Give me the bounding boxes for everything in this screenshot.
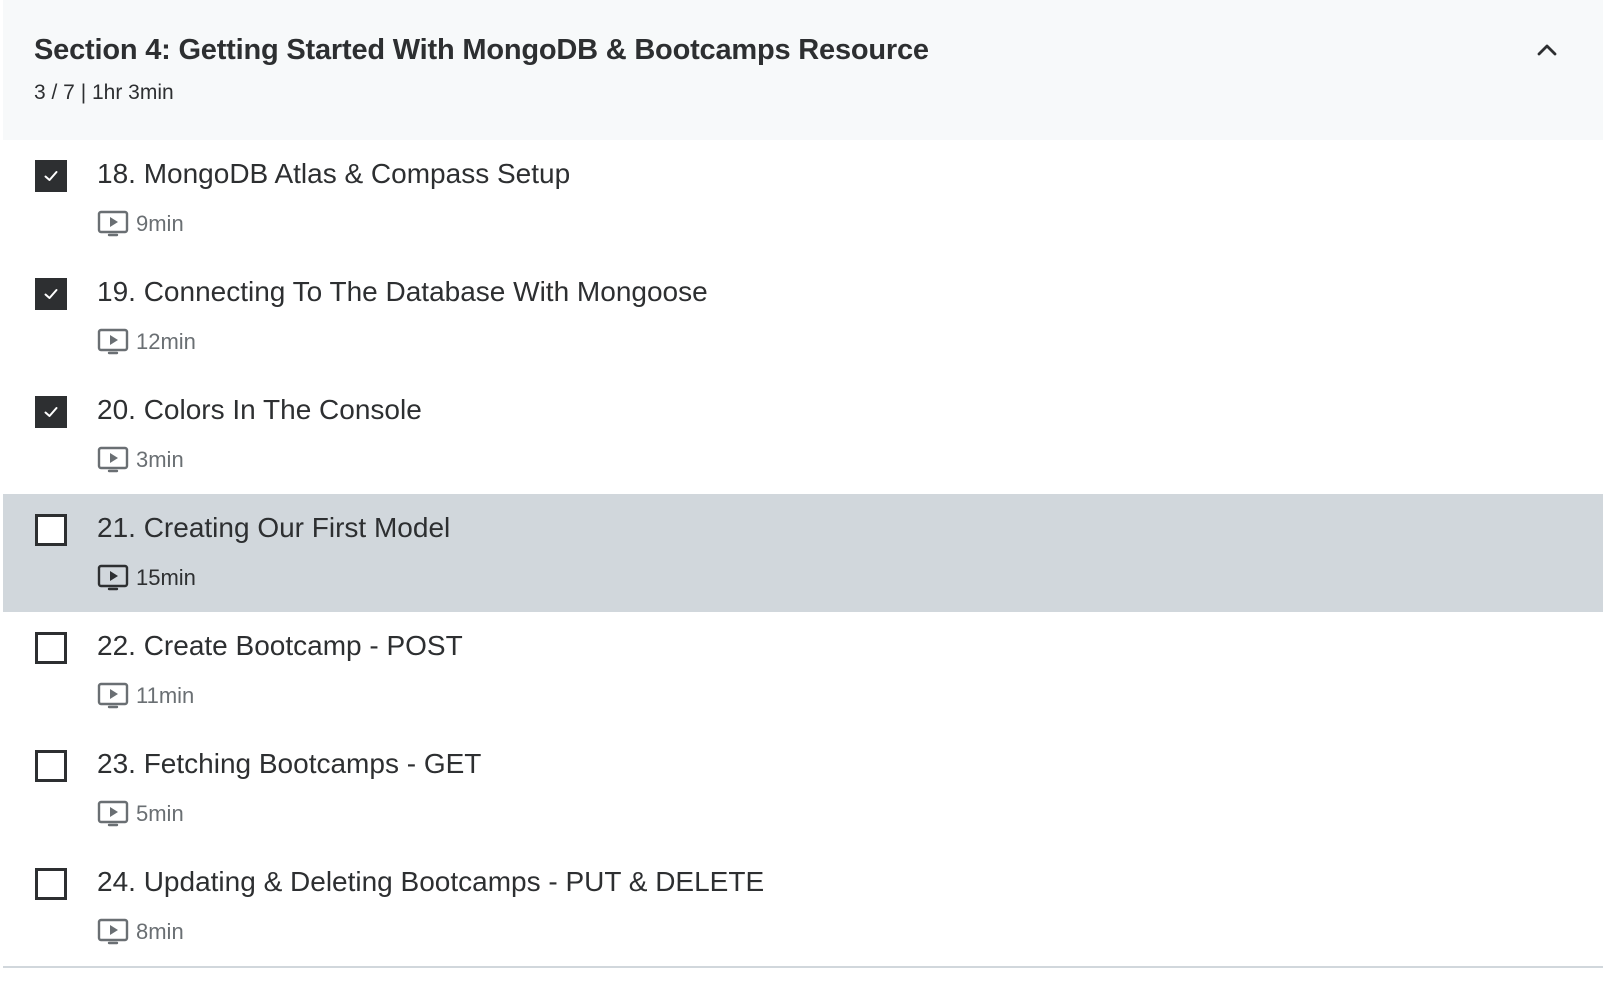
video-icon xyxy=(97,564,129,591)
course-content-panel: Section 4: Getting Started With MongoDB … xyxy=(3,0,1603,996)
lesson-item[interactable]: 20. Colors In The Console 3min xyxy=(3,376,1603,494)
checkmark-icon xyxy=(44,171,58,181)
lesson-item[interactable]: 24. Updating & Deleting Bootcamps - PUT … xyxy=(3,848,1603,966)
lesson-item[interactable]: 22. Create Bootcamp - POST 11min xyxy=(3,612,1603,730)
video-icon xyxy=(97,446,129,473)
lesson-title: 20. Colors In The Console xyxy=(97,394,422,425)
lesson-title: 23. Fetching Bootcamps - GET xyxy=(97,748,482,779)
lesson-checkbox[interactable] xyxy=(35,160,67,192)
video-icon xyxy=(97,328,129,355)
lesson-meta: 3min xyxy=(97,446,184,474)
lesson-duration: 8min xyxy=(136,919,184,944)
lesson-checkbox[interactable] xyxy=(35,632,67,664)
section-divider xyxy=(3,966,1603,968)
lesson-checkbox[interactable] xyxy=(35,514,67,546)
section-progress-meta: 3 / 7 | 1hr 3min xyxy=(34,81,174,104)
lesson-title: 19. Connecting To The Database With Mong… xyxy=(97,276,708,307)
lesson-item[interactable]: 18. MongoDB Atlas & Compass Setup 9min xyxy=(3,140,1603,258)
lesson-item[interactable]: 23. Fetching Bootcamps - GET 5min xyxy=(3,730,1603,848)
video-icon xyxy=(97,210,129,237)
lesson-duration: 9min xyxy=(136,211,184,236)
lesson-meta: 5min xyxy=(97,800,184,828)
lesson-title: 21. Creating Our First Model xyxy=(97,512,451,543)
lesson-checkbox[interactable] xyxy=(35,278,67,310)
lesson-checkbox[interactable] xyxy=(35,868,67,900)
lesson-duration: 12min xyxy=(136,329,196,354)
video-icon xyxy=(97,800,129,827)
lesson-duration: 3min xyxy=(136,447,184,472)
section-title: Section 4: Getting Started With MongoDB … xyxy=(34,34,929,66)
lesson-item[interactable]: 19. Connecting To The Database With Mong… xyxy=(3,258,1603,376)
lesson-duration: 11min xyxy=(136,683,195,708)
lesson-duration: 5min xyxy=(136,801,184,826)
section-header[interactable]: Section 4: Getting Started With MongoDB … xyxy=(3,0,1603,140)
video-icon xyxy=(97,682,129,709)
chevron-up-icon[interactable] xyxy=(1535,38,1559,62)
video-icon xyxy=(97,918,129,945)
lesson-checkbox[interactable] xyxy=(35,750,67,782)
checkmark-icon xyxy=(44,289,58,299)
lesson-title: 22. Create Bootcamp - POST xyxy=(97,630,463,661)
lesson-meta: 9min xyxy=(97,210,184,238)
lesson-title: 18. MongoDB Atlas & Compass Setup xyxy=(97,158,571,189)
lesson-checkbox[interactable] xyxy=(35,396,67,428)
checkmark-icon xyxy=(44,407,58,417)
lesson-list: 18. MongoDB Atlas & Compass Setup 9min 1… xyxy=(3,140,1603,966)
lesson-meta: 15min xyxy=(97,564,196,592)
lesson-title: 24. Updating & Deleting Bootcamps - PUT … xyxy=(97,866,765,897)
lesson-duration: 15min xyxy=(136,565,196,590)
lesson-item[interactable]: 21. Creating Our First Model 15min xyxy=(3,494,1603,612)
lesson-meta: 11min xyxy=(97,682,194,710)
lesson-meta: 8min xyxy=(97,918,184,946)
lesson-meta: 12min xyxy=(97,328,196,356)
